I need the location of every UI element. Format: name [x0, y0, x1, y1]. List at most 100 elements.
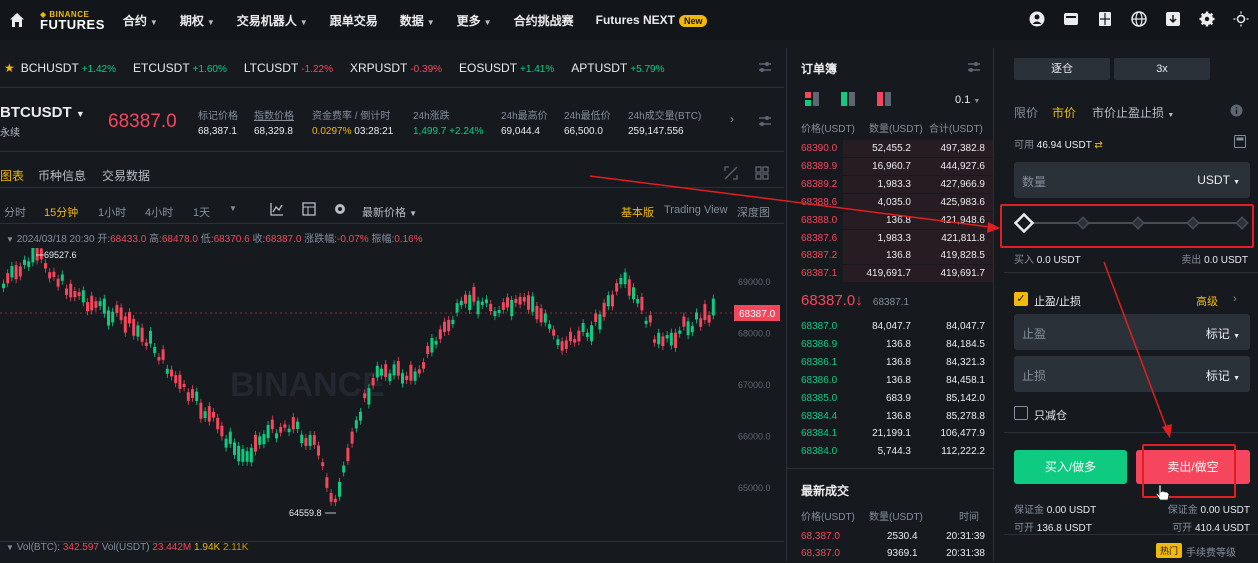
candle-body	[384, 364, 388, 378]
tab-coin-info[interactable]: 币种信息	[38, 167, 86, 184]
collapse-caret-icon[interactable]: ▼	[6, 235, 14, 244]
ohlc-date: 2024/03/18 20:30	[16, 234, 95, 245]
wallet-icon[interactable]	[1062, 10, 1080, 28]
orderbook-row[interactable]: 68387.2 136.8 419,828.5	[787, 247, 993, 265]
download-icon[interactable]	[1164, 10, 1182, 28]
ohlc-change-label: 涨跌幅:	[304, 234, 337, 245]
order-type-stop-market[interactable]: 市价止盈止损 ▼	[1092, 104, 1174, 121]
take-profit-input[interactable]: 止盈 标记 ▼	[1014, 314, 1250, 350]
nav-item-4[interactable]: 数据 ▼	[400, 12, 435, 29]
advanced-link[interactable]: 高级	[1196, 293, 1218, 309]
precision-select[interactable]: 0.1 ▼	[955, 94, 980, 106]
tf-line[interactable]: 分时	[4, 204, 26, 220]
ticker-settings-icon[interactable]	[758, 60, 772, 77]
globe-icon[interactable]	[1130, 10, 1148, 28]
tf-1h[interactable]: 1小时	[98, 204, 126, 220]
advanced-chevron-icon[interactable]: ›	[1233, 293, 1237, 305]
scroll-right-chevron-icon[interactable]: ›	[730, 112, 734, 126]
view-depth[interactable]: 深度图	[737, 204, 770, 220]
orderbook-row[interactable]: 68386.0 136.8 84,458.1	[787, 372, 993, 390]
candle-body	[522, 297, 526, 302]
binance-futures-logo[interactable]: ◆ BINANCE FUTURES	[40, 10, 105, 31]
chart-settings-gear-icon[interactable]	[333, 202, 347, 219]
view-bids-icon[interactable]	[841, 92, 855, 109]
order-type-market[interactable]: 市价	[1052, 104, 1076, 121]
nav-item-3[interactable]: 跟单交易	[330, 12, 378, 29]
take-profit-placeholder: 止盈	[1022, 327, 1047, 341]
ticker-item[interactable]: ETCUSDT +1.60%	[133, 61, 227, 75]
quantity-input[interactable]: 数量 USDT ▼	[1014, 162, 1250, 198]
home-icon[interactable]	[0, 12, 34, 28]
calculator-icon[interactable]	[1234, 135, 1246, 151]
tp-trigger-select[interactable]: 标记 ▼	[1206, 325, 1240, 342]
orderbook-row[interactable]: 68387.6 1,983.3 421,811.8	[787, 229, 993, 248]
stop-loss-input[interactable]: 止损 标记 ▼	[1014, 356, 1250, 392]
nav-caret-icon: ▼	[426, 17, 435, 27]
fee-tier-link[interactable]: 手续费等级	[1186, 544, 1236, 559]
orderbook-row[interactable]: 68387.0 84,047.7 84,047.7	[787, 318, 993, 336]
ticker-item[interactable]: EOSUSDT +1.41%	[459, 61, 554, 75]
view-both-icon[interactable]	[805, 92, 819, 109]
orderbook-row[interactable]: 68385.0 683.9 85,142.0	[787, 390, 993, 408]
leverage-button[interactable]: 3x	[1114, 58, 1210, 80]
ticker-item[interactable]: LTCUSDT -1.22%	[244, 61, 333, 75]
info-icon[interactable]	[1230, 104, 1243, 120]
transfer-icon[interactable]: ⇄	[1094, 140, 1102, 151]
tpsl-checkbox[interactable]: ✓	[1014, 292, 1028, 306]
orderbook-row[interactable]: 68389.9 16,960.7 444,927.6	[787, 157, 993, 176]
tab-chart[interactable]: 图表	[0, 167, 24, 184]
nav-item-5[interactable]: 更多 ▼	[457, 12, 492, 29]
tf-1d[interactable]: 1天	[193, 204, 210, 220]
nav-item-6[interactable]: 合约挑战赛	[514, 12, 574, 29]
favorite-star-icon[interactable]: ★	[4, 61, 15, 75]
orderbook-row[interactable]: 68384.0 5,744.3 112,222.2	[787, 443, 993, 461]
orderbook-row[interactable]: 68389.2 1,983.3 427,966.9	[787, 175, 993, 194]
orderbook-settings-icon[interactable]	[967, 60, 981, 77]
orderbook-row[interactable]: 68384.1 21,199.1 106,477.9	[787, 425, 993, 443]
chart-type-icon[interactable]	[302, 202, 316, 219]
candle-body	[564, 340, 568, 349]
symbol-selector[interactable]: BTCUSDT ▼ 永续	[0, 104, 85, 139]
tab-trading-data[interactable]: 交易数据	[102, 167, 150, 184]
settings-gear-icon[interactable]	[1198, 10, 1216, 28]
buy-long-button[interactable]: 买入/做多	[1014, 450, 1127, 484]
vol-caret-icon[interactable]: ▼	[6, 543, 14, 552]
price-chart[interactable]: BINANCE 69000.0 68000.0 67000.0 66000.0 6500…	[0, 240, 784, 540]
order-type-limit[interactable]: 限价	[1014, 104, 1038, 121]
candle-body	[669, 332, 673, 346]
orderbook-row[interactable]: 68386.9 136.8 84,184.5	[787, 336, 993, 354]
tf-4h[interactable]: 4小时	[145, 204, 173, 220]
nav-item-2[interactable]: 交易机器人 ▼	[237, 12, 308, 29]
fullscreen-icon[interactable]	[724, 166, 738, 183]
orders-icon[interactable]	[1096, 10, 1114, 28]
orderbook-row[interactable]: 68388.0 136.8 421,948.6	[787, 211, 993, 230]
orderbook-row[interactable]: 68386.1 136.8 84,321.3	[787, 354, 993, 372]
nav-item-0[interactable]: 合约 ▼	[123, 12, 158, 29]
sl-trigger-select[interactable]: 标记 ▼	[1206, 367, 1240, 384]
ticker-item[interactable]: XRPUSDT -0.39%	[350, 61, 442, 75]
quantity-unit-select[interactable]: USDT ▼	[1197, 173, 1240, 187]
view-asks-icon[interactable]	[877, 92, 891, 109]
header-settings-icon[interactable]	[758, 114, 772, 131]
orderbook-row[interactable]: 68388.6 4,035.0 425,983.6	[787, 193, 993, 212]
price-type-select[interactable]: 最新价格 ▼	[362, 204, 417, 220]
margin-mode-button[interactable]: 逐仓	[1014, 58, 1110, 80]
ticker-item[interactable]: BCHUSDT +1.42%	[21, 61, 116, 75]
view-tradingview[interactable]: Trading View	[664, 204, 728, 216]
layout-grid-icon[interactable]	[755, 166, 769, 183]
theme-sun-icon[interactable]	[1232, 10, 1250, 28]
stop-market-label: 市价止盈止损	[1092, 106, 1165, 120]
nav-item-7[interactable]: Futures NEXT New	[596, 13, 708, 27]
view-basic[interactable]: 基本版	[621, 204, 654, 220]
orderbook-row[interactable]: 68384.4 136.8 85,278.8	[787, 408, 993, 426]
nav-item-1[interactable]: 期权 ▼	[180, 12, 215, 29]
tf-more-caret-icon[interactable]: ▼	[229, 204, 237, 213]
candle-body	[585, 332, 589, 337]
orderbook-row[interactable]: 68390.0 52,455.2 497,382.8	[787, 140, 993, 158]
tf-15m[interactable]: 15分钟	[44, 204, 78, 220]
ticker-item[interactable]: APTUSDT +5.79%	[571, 61, 664, 75]
user-icon[interactable]	[1028, 10, 1046, 28]
orderbook-row[interactable]: 68387.1 419,691.7 419,691.7	[787, 265, 993, 283]
reduce-only-checkbox[interactable]	[1014, 406, 1028, 420]
indicator-icon[interactable]	[270, 202, 284, 219]
